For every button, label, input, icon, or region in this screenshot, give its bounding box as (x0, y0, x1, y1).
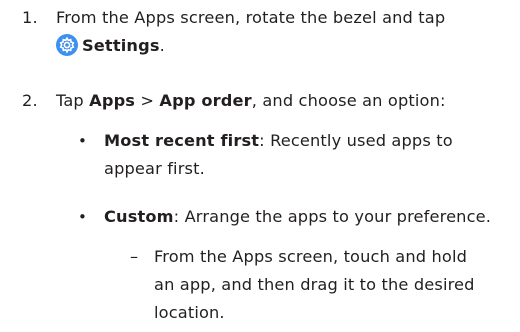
step-number-2: 2. (22, 91, 38, 110)
sub-line-1: From the Apps screen, touch and hold (154, 247, 468, 266)
sub-line-3: location. (154, 303, 225, 322)
step-2-text: Tap Apps > App order, and choose an opti… (56, 87, 512, 115)
sub-dash: – (130, 247, 139, 266)
apps-label: Apps (89, 91, 136, 110)
settings-gear-icon (56, 34, 78, 56)
instruction-page: 1. From the Apps screen, rotate the beze… (0, 0, 520, 332)
step-1-line-1: From the Apps screen, rotate the bezel a… (56, 8, 446, 27)
sub-line-2: an app, and then drag it to the desired (154, 275, 475, 294)
settings-label: Settings (82, 36, 160, 55)
option-most-recent: Most recent first: Recently used apps to… (104, 127, 514, 183)
step-2-choose: , and choose an option: (251, 91, 446, 110)
step-number-1: 1. (22, 8, 38, 27)
step-2-tap: Tap (56, 91, 90, 110)
most-recent-desc-line-1: : Recently used apps to (259, 131, 453, 150)
step-1-period: . (159, 36, 165, 55)
custom-label: Custom (104, 207, 174, 226)
step-1-text: From the Apps screen, rotate the bezel a… (56, 4, 512, 60)
app-order-label: App order (159, 91, 252, 110)
bullet-custom: • (78, 208, 87, 226)
most-recent-desc-line-2: appear first. (104, 159, 205, 178)
option-custom: Custom: Arrange the apps to your prefere… (104, 203, 514, 231)
step-2-separator: > (135, 91, 160, 110)
most-recent-first-label: Most recent first (104, 131, 260, 150)
bullet-most-recent: • (78, 132, 87, 150)
custom-desc: : Arrange the apps to your preference. (173, 207, 492, 226)
sub-item-text: From the Apps screen, touch and hold an … (154, 243, 514, 327)
